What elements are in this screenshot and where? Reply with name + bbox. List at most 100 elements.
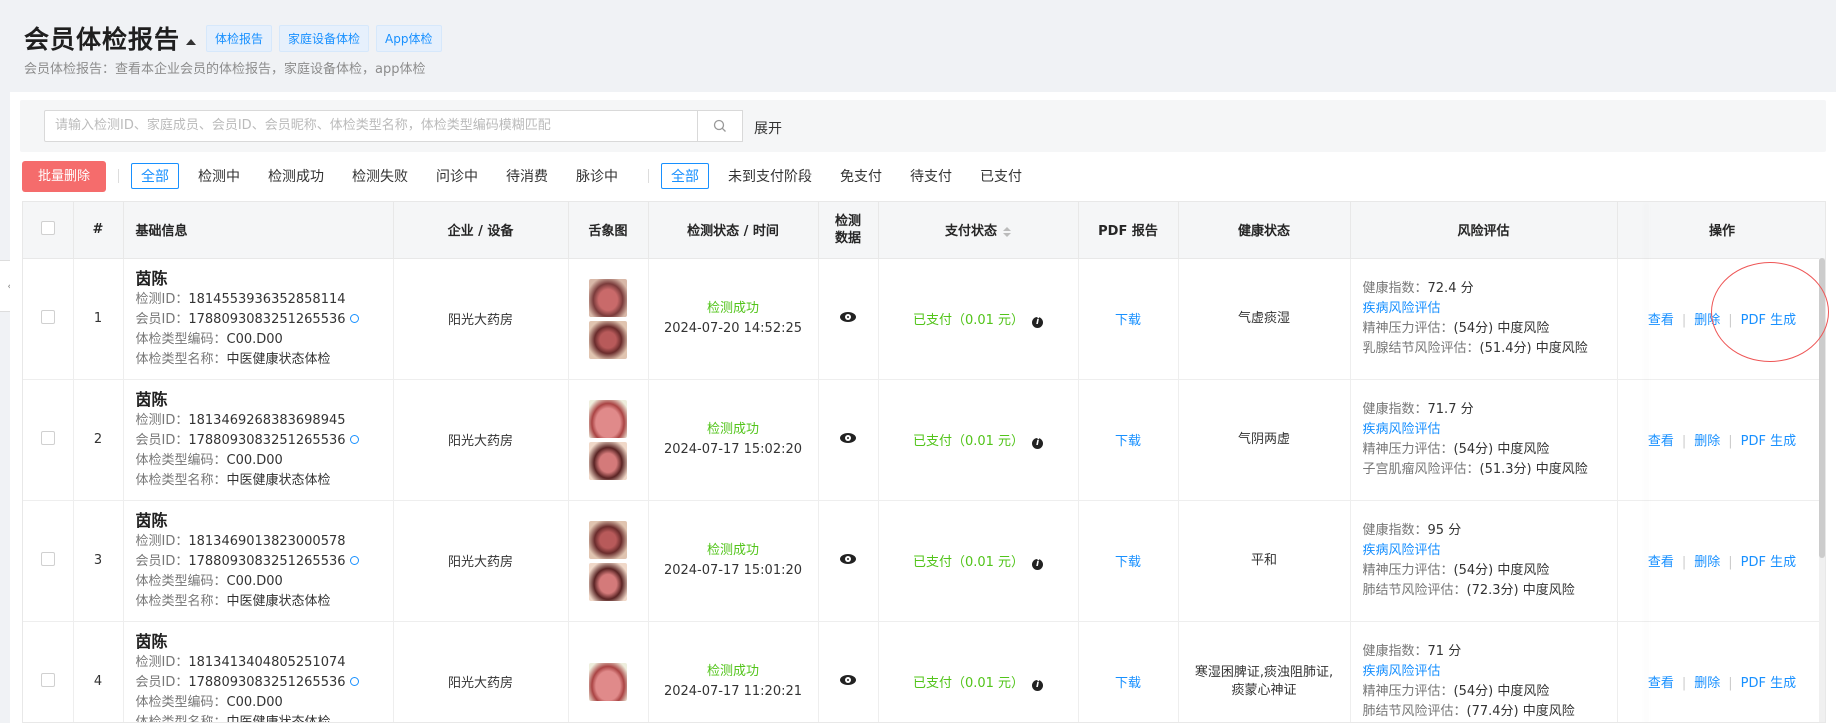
tongue-images — [569, 278, 648, 359]
caret-up-icon[interactable] — [186, 39, 197, 45]
pay-filter-paid[interactable]: 已支付 — [970, 163, 1032, 189]
tongue-image[interactable] — [589, 520, 627, 559]
type-code-label: 体检类型编码： — [135, 331, 227, 347]
pay-filter-pending[interactable]: 待支付 — [900, 163, 962, 189]
tongue-image[interactable] — [589, 562, 627, 601]
view-link[interactable]: 查看 — [1648, 434, 1674, 449]
pay-filter-not-reached[interactable]: 未到支付阶段 — [718, 163, 822, 189]
basic-info-cell: 茵陈 检测ID：1813413404805251074 会员ID：1788093… — [123, 621, 394, 722]
pdf-generate-link[interactable]: PDF 生成 — [1741, 434, 1796, 449]
search-input[interactable]: 请输入检测ID、家庭成员、会员ID、会员昵称、体检类型名称，体检类型编码模糊匹配 — [44, 110, 698, 142]
row-checkbox[interactable] — [40, 672, 55, 687]
row-checkbox[interactable] — [40, 551, 55, 566]
table-row: 3 茵陈 检测ID：1813469013823000578 会员ID：17880… — [23, 500, 1825, 622]
detect-time: 2024-07-17 11:20:21 — [663, 683, 803, 699]
table-row: 2 茵陈 检测ID：1813469268383698945 会员ID：17880… — [23, 379, 1825, 501]
tongue-image[interactable] — [589, 441, 627, 480]
eye-icon[interactable] — [840, 312, 856, 322]
member-id-label: 会员ID： — [135, 553, 189, 569]
view-link[interactable]: 查看 — [1648, 676, 1674, 691]
health-index-value: 71 分 — [1427, 643, 1462, 659]
tag-home-device[interactable]: 家庭设备体检 — [279, 24, 370, 52]
pay-filter-free[interactable]: 免支付 — [830, 163, 892, 189]
view-link[interactable]: 查看 — [1648, 313, 1674, 328]
col-index: # — [73, 202, 124, 259]
status-filter-detecting[interactable]: 检测中 — [188, 163, 250, 189]
search-icon[interactable] — [349, 676, 359, 686]
search-icon[interactable] — [349, 313, 359, 323]
data-cell — [818, 379, 879, 501]
search-icon[interactable] — [349, 555, 359, 565]
info-icon[interactable]: i — [1032, 680, 1044, 691]
report-table: # 基础信息 企业 / 设备 舌象图 检测状态 / 时间 检测 数据 支付状态 P… — [22, 201, 1826, 723]
pdf-download-link[interactable]: 下载 — [1115, 555, 1141, 570]
disease-risk-link[interactable]: 疾病风险评估 — [1363, 422, 1441, 437]
org-cell: 阳光大药房 — [393, 621, 569, 722]
disease-risk-link[interactable]: 疾病风险评估 — [1363, 664, 1441, 679]
pay-filter-all[interactable]: 全部 — [661, 163, 710, 189]
pdf-download-link[interactable]: 下载 — [1115, 676, 1141, 691]
disease-risk-link[interactable]: 疾病风险评估 — [1363, 301, 1441, 316]
member-id-label: 会员ID： — [135, 674, 189, 690]
type-name-label: 体检类型名称： — [135, 472, 227, 488]
tongue-cell — [568, 258, 649, 380]
health-cell: 气阴两虚 — [1178, 379, 1351, 501]
disease-risk-link[interactable]: 疾病风险评估 — [1363, 543, 1441, 558]
status-filter-pulse[interactable]: 脉诊中 — [566, 163, 628, 189]
row-checkbox[interactable] — [40, 309, 55, 324]
pdf-generate-link[interactable]: PDF 生成 — [1741, 555, 1796, 570]
detect-id-label: 检测ID： — [135, 412, 189, 428]
detect-id-value: 1814553936352858114 — [188, 291, 346, 307]
pdf-download-link[interactable]: 下载 — [1115, 313, 1141, 328]
vertical-scrollbar[interactable] — [1819, 258, 1825, 722]
col-pay[interactable]: 支付状态 — [878, 202, 1079, 259]
tag-report[interactable]: 体检报告 — [206, 24, 273, 52]
tag-app[interactable]: App体检 — [376, 24, 442, 52]
pay-cell: 已支付（0.01 元） i — [878, 258, 1079, 380]
pay-cell: 已支付（0.01 元） i — [878, 379, 1079, 501]
divider: | — [1728, 313, 1733, 328]
eye-icon[interactable] — [840, 554, 856, 564]
tongue-image[interactable] — [589, 662, 627, 701]
row-checkbox[interactable] — [40, 430, 55, 445]
eye-icon[interactable] — [840, 433, 856, 443]
sort-icon[interactable] — [1003, 226, 1011, 237]
delete-link[interactable]: 删除 — [1694, 313, 1720, 328]
delete-link[interactable]: 删除 — [1694, 434, 1720, 449]
delete-link[interactable]: 删除 — [1694, 676, 1720, 691]
search-button[interactable] — [697, 110, 743, 142]
status-filter-failed[interactable]: 检测失败 — [342, 163, 418, 189]
tongue-cell — [568, 379, 649, 501]
delete-link[interactable]: 删除 — [1694, 555, 1720, 570]
divider: | — [1728, 555, 1733, 570]
pdf-cell: 下载 — [1078, 379, 1179, 501]
pdf-generate-link[interactable]: PDF 生成 — [1741, 313, 1796, 328]
member-name: 茵陈 — [135, 268, 168, 288]
type-name-value: 中医健康状态体检 — [226, 593, 331, 609]
status-filter-success[interactable]: 检测成功 — [258, 163, 334, 189]
view-link[interactable]: 查看 — [1648, 555, 1674, 570]
expand-link[interactable]: 展开 — [754, 118, 782, 138]
member-id-value: 1788093083251265536 — [188, 553, 346, 569]
info-icon[interactable]: i — [1032, 559, 1044, 570]
detect-status: 检测成功 — [706, 542, 759, 558]
tongue-image[interactable] — [589, 320, 627, 359]
member-name: 茵陈 — [135, 389, 168, 409]
select-all-checkbox[interactable] — [40, 220, 55, 235]
status-filter-all[interactable]: 全部 — [131, 163, 180, 189]
search-icon[interactable] — [349, 434, 359, 444]
tongue-image[interactable] — [589, 399, 627, 438]
info-icon[interactable]: i — [1032, 317, 1044, 328]
info-icon[interactable]: i — [1032, 438, 1044, 449]
pdf-download-link[interactable]: 下载 — [1115, 434, 1141, 449]
scrollbar-thumb[interactable] — [1819, 258, 1825, 558]
status-filter-consulting[interactable]: 问诊中 — [426, 163, 488, 189]
pdf-generate-link[interactable]: PDF 生成 — [1741, 676, 1796, 691]
data-cell — [818, 621, 879, 722]
status-filter-pending-consume[interactable]: 待消费 — [496, 163, 558, 189]
batch-delete-button[interactable]: 批量删除 — [22, 160, 107, 192]
basic-info-cell: 茵陈 检测ID：1814553936352858114 会员ID：1788093… — [123, 258, 394, 380]
risk-cell: 健康指数：71 分 疾病风险评估 精神压力评估：(54分) 中度风险 肺结节风险… — [1350, 621, 1618, 722]
tongue-image[interactable] — [589, 278, 627, 317]
eye-icon[interactable] — [840, 675, 856, 685]
